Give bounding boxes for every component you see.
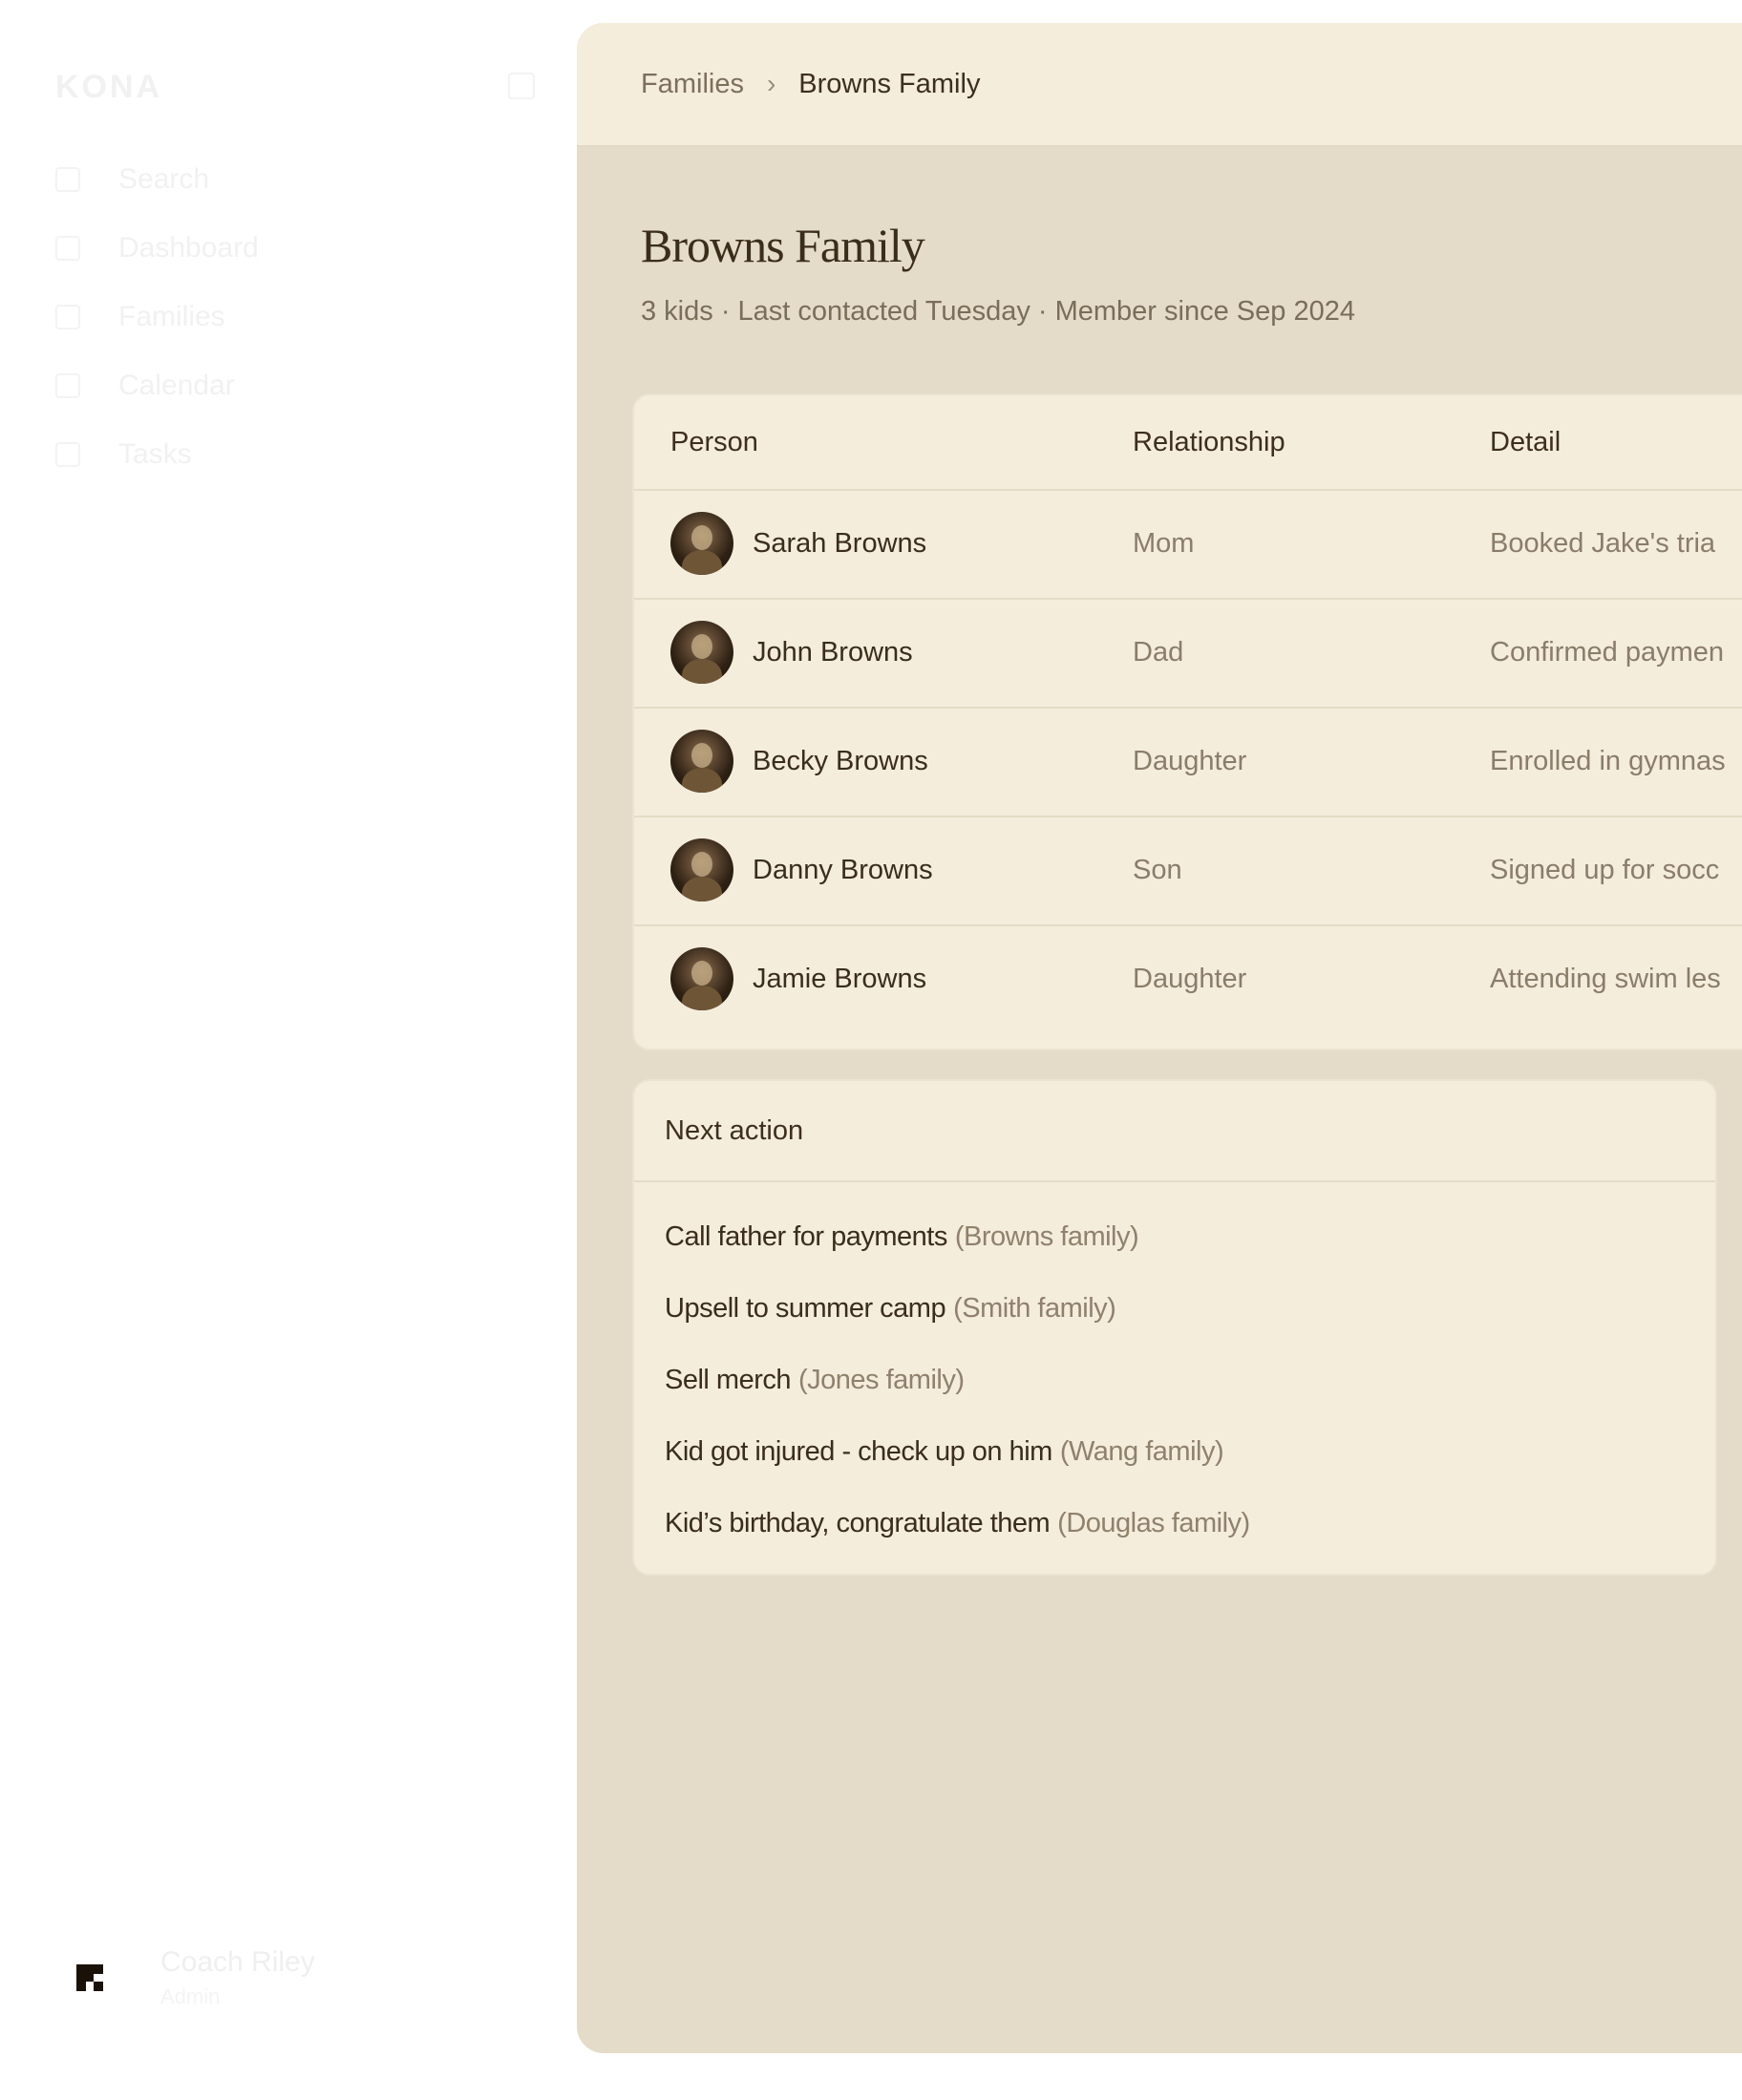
- person-name[interactable]: Sarah Browns: [753, 528, 926, 560]
- search-icon: [55, 167, 80, 192]
- list-item[interactable]: Kid got injured - check up on him (Wang …: [665, 1416, 1715, 1488]
- avatar: [670, 730, 733, 793]
- page-subtitle: 3 kids · Last contacted Tuesday · Member…: [641, 296, 1355, 327]
- list-item[interactable]: Kid’s birthday, congratulate them (Dougl…: [665, 1488, 1715, 1559]
- action-task: Kid got injured - check up on him: [665, 1436, 1052, 1467]
- sidebar-item-label: Families: [118, 301, 225, 332]
- action-family: (Jones family): [798, 1365, 965, 1395]
- sidebar-item-label: Search: [118, 163, 210, 195]
- calendar-icon: [55, 373, 80, 398]
- breadcrumb-current: Browns Family: [798, 68, 981, 99]
- table-row[interactable]: John Browns Dad Confirmed paymen: [634, 598, 1742, 709]
- list-item[interactable]: Call father for payments (Browns family): [665, 1201, 1715, 1273]
- next-action-card: Next action Call father for payments (Br…: [632, 1079, 1717, 1576]
- avatar: [670, 838, 733, 902]
- action-task: Kid’s birthday, congratulate them: [665, 1508, 1051, 1538]
- table-row[interactable]: Becky Browns Daughter Enrolled in gymnas: [634, 707, 1742, 817]
- detail-cell: Confirmed paymen: [1490, 636, 1724, 668]
- person-name[interactable]: John Browns: [753, 637, 913, 668]
- sidebar-item-dashboard[interactable]: Dashboard: [55, 214, 533, 283]
- avatar: [670, 621, 733, 684]
- user-profile[interactable]: Coach Riley Admin: [73, 1946, 315, 2009]
- action-family: (Douglas family): [1057, 1508, 1250, 1538]
- sidebar-item-calendar[interactable]: Calendar: [55, 351, 533, 420]
- action-family: (Smith family): [953, 1293, 1116, 1324]
- sidebar: KONA Search Dashboard Families Calendar …: [0, 0, 577, 2100]
- relationship-cell: Daughter: [1133, 745, 1247, 776]
- sidebar-item-label: Dashboard: [118, 232, 259, 264]
- column-header-person[interactable]: Person: [670, 395, 758, 489]
- relationship-cell: Dad: [1133, 636, 1184, 668]
- next-action-list: Call father for payments (Browns family)…: [634, 1182, 1715, 1559]
- user-role: Admin: [160, 1984, 221, 2008]
- action-task: Sell merch: [665, 1365, 792, 1395]
- tasks-icon: [55, 442, 80, 467]
- list-item[interactable]: Sell merch (Jones family): [665, 1345, 1715, 1416]
- table-row[interactable]: Sarah Browns Mom Booked Jake's tria: [634, 489, 1742, 600]
- sidebar-item-label: Tasks: [118, 438, 192, 470]
- person-name[interactable]: Jamie Browns: [753, 964, 926, 995]
- sidebar-item-label: Calendar: [118, 370, 235, 401]
- detail-cell: Signed up for socc: [1490, 854, 1720, 885]
- breadcrumb-families-link[interactable]: Families: [641, 69, 744, 100]
- column-header-relationship[interactable]: Relationship: [1133, 395, 1285, 489]
- relationship-cell: Mom: [1133, 527, 1195, 559]
- families-icon: [55, 305, 80, 329]
- main-panel: Families › Browns Family Browns Family 3…: [577, 23, 1742, 2053]
- user-avatar-icon: [73, 1961, 107, 1995]
- sidebar-collapse-icon[interactable]: [508, 73, 535, 99]
- family-members-table: Person Relationship Detail Sarah Browns …: [632, 393, 1742, 1050]
- list-item[interactable]: Upsell to summer camp (Smith family): [665, 1273, 1715, 1345]
- person-name[interactable]: Danny Browns: [753, 855, 933, 886]
- avatar: [670, 947, 733, 1010]
- chevron-right-icon: ›: [766, 69, 776, 98]
- detail-cell: Booked Jake's tria: [1490, 527, 1716, 559]
- relationship-cell: Daughter: [1133, 963, 1247, 994]
- column-header-detail[interactable]: Detail: [1490, 395, 1561, 489]
- table-header: Person Relationship Detail: [634, 395, 1742, 491]
- person-name[interactable]: Becky Browns: [753, 746, 928, 777]
- page-title: Browns Family: [641, 219, 925, 272]
- table-row[interactable]: Jamie Browns Daughter Attending swim les: [634, 924, 1742, 1033]
- next-action-title: Next action: [634, 1081, 1715, 1182]
- sidebar-item-search[interactable]: Search: [55, 145, 533, 214]
- detail-cell: Enrolled in gymnas: [1490, 745, 1726, 776]
- relationship-cell: Son: [1133, 854, 1182, 885]
- action-family: (Wang family): [1059, 1436, 1224, 1467]
- avatar: [670, 512, 733, 575]
- table-row[interactable]: Danny Browns Son Signed up for socc: [634, 816, 1742, 926]
- breadcrumb: Families › Browns Family: [577, 23, 1742, 147]
- user-name: Coach Riley: [160, 1946, 315, 1978]
- sidebar-item-families[interactable]: Families: [55, 283, 533, 351]
- detail-cell: Attending swim les: [1490, 963, 1721, 994]
- sidebar-item-tasks[interactable]: Tasks: [55, 420, 533, 489]
- action-task: Upsell to summer camp: [665, 1293, 946, 1324]
- brand-logo: KONA: [55, 69, 163, 105]
- action-task: Call father for payments: [665, 1221, 947, 1252]
- sidebar-nav: Search Dashboard Families Calendar Tasks: [55, 145, 533, 489]
- dashboard-icon: [55, 236, 80, 261]
- action-family: (Browns family): [954, 1221, 1139, 1252]
